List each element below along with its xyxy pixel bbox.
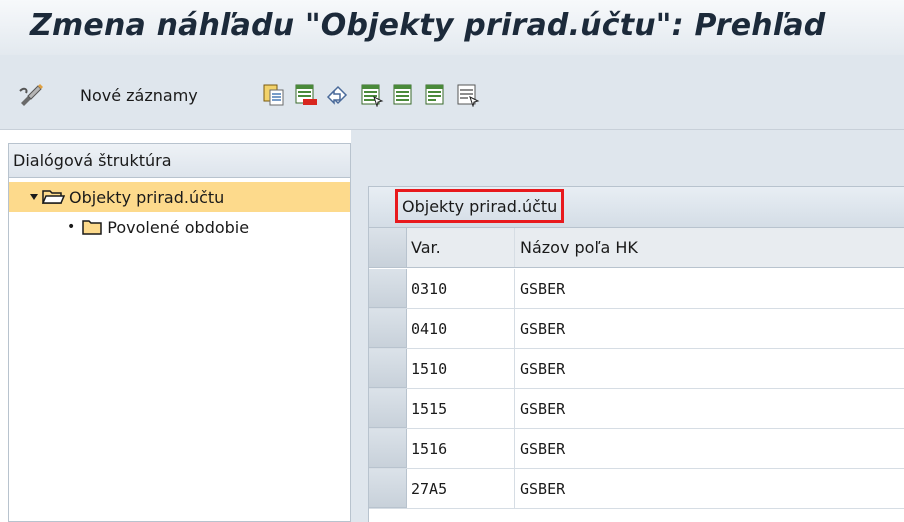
cell-value: GSBER	[520, 359, 566, 378]
column-header-var[interactable]: Var.	[408, 228, 515, 267]
table-row: 0410 GSBER	[369, 309, 904, 349]
cell-value: 1515	[411, 399, 448, 418]
cell-var[interactable]: 1510	[408, 349, 515, 388]
cell-value: 1516	[411, 439, 448, 458]
tree-item-label: Objekty prirad.účtu	[69, 187, 225, 207]
cell-field-name[interactable]: GSBER	[516, 389, 904, 428]
row-selector[interactable]	[369, 469, 407, 508]
cell-value: GSBER	[520, 479, 566, 498]
display-change-button[interactable]	[18, 80, 44, 110]
cell-field-name[interactable]: GSBER	[516, 429, 904, 468]
cell-field-name[interactable]: GSBER	[516, 309, 904, 348]
folder-icon	[82, 220, 103, 235]
copy-as-button[interactable]	[262, 80, 286, 110]
title-bar: Zmena náhľadu "Objekty prirad.účtu": Pre…	[0, 0, 904, 55]
expand-triangle-icon[interactable]	[29, 192, 39, 202]
table-title: Objekty prirad.účtu	[395, 189, 565, 223]
row-selector[interactable]	[369, 269, 407, 308]
row-selector[interactable]	[369, 429, 407, 468]
table-row: 1510 GSBER	[369, 349, 904, 389]
cell-value: 0410	[411, 319, 448, 338]
cell-value: GSBER	[520, 439, 566, 458]
table-title-bar: Objekty prirad.účtu	[369, 187, 904, 228]
cell-var[interactable]: 0310	[408, 269, 515, 308]
config-icon	[457, 84, 480, 107]
select-all-icon	[361, 84, 384, 107]
undo-change-button[interactable]	[326, 80, 350, 110]
select-block-button[interactable]	[392, 80, 416, 110]
undo-icon	[326, 85, 348, 105]
select-all-rows-button[interactable]	[369, 228, 407, 267]
cell-value: 27A5	[411, 479, 448, 498]
row-selector[interactable]	[369, 349, 407, 388]
cell-value: 0310	[411, 279, 448, 298]
display-change-icon	[19, 84, 43, 106]
copy-icon	[263, 84, 284, 106]
tree-item-account-assignment-objects[interactable]: Objekty prirad.účtu	[9, 182, 350, 212]
cell-value: GSBER	[520, 279, 566, 298]
open-folder-icon	[41, 190, 65, 204]
delete-icon	[295, 84, 317, 105]
table-row: 1516 GSBER	[369, 429, 904, 469]
config-button[interactable]	[456, 80, 480, 110]
tree-item-label: Povolené obdobie	[107, 217, 250, 237]
table-control: Objekty prirad.účtu Var. Názov poľa HK 0…	[368, 186, 904, 522]
table-row: 0310 GSBER	[369, 269, 904, 309]
table-row: 27A5 GSBER	[369, 469, 904, 509]
page-title: Zmena náhľadu "Objekty prirad.účtu": Pre…	[30, 8, 826, 43]
column-header-label: Var.	[411, 238, 441, 257]
select-all-button[interactable]	[360, 80, 384, 110]
cell-field-name[interactable]: GSBER	[516, 349, 904, 388]
cell-value: GSBER	[520, 319, 566, 338]
column-header-label: Názov poľa HK	[520, 238, 638, 257]
cell-var[interactable]: 27A5	[408, 469, 515, 508]
table-row: 1515 GSBER	[369, 389, 904, 429]
dialog-structure-panel: Dialógová štruktúra Objekty prirad.účtu …	[8, 143, 351, 522]
new-entries-button[interactable]: Nové záznamy	[80, 80, 198, 110]
cell-var[interactable]: 0410	[408, 309, 515, 348]
delete-button[interactable]	[294, 80, 318, 110]
tree-bullet-icon: •	[67, 219, 76, 235]
table-header-row: Var. Názov poľa HK	[369, 228, 904, 268]
cell-value: 1510	[411, 359, 448, 378]
cell-var[interactable]: 1515	[408, 389, 515, 428]
column-header-field-name[interactable]: Názov poľa HK	[516, 228, 904, 267]
cell-field-name[interactable]: GSBER	[516, 469, 904, 508]
row-selector[interactable]	[369, 309, 407, 348]
new-entries-label: Nové záznamy	[80, 85, 198, 105]
cell-var[interactable]: 1516	[408, 429, 515, 468]
cell-field-name[interactable]: GSBER	[516, 269, 904, 308]
row-selector[interactable]	[369, 389, 407, 428]
dialog-structure-header: Dialógová štruktúra	[9, 144, 350, 178]
deselect-all-button[interactable]	[424, 80, 448, 110]
cell-value: GSBER	[520, 399, 566, 418]
select-block-icon	[393, 84, 412, 105]
deselect-all-icon	[425, 84, 444, 105]
dialog-structure-title: Dialógová štruktúra	[13, 151, 172, 170]
tree-item-allowed-period[interactable]: • Povolené obdobie	[9, 212, 249, 242]
